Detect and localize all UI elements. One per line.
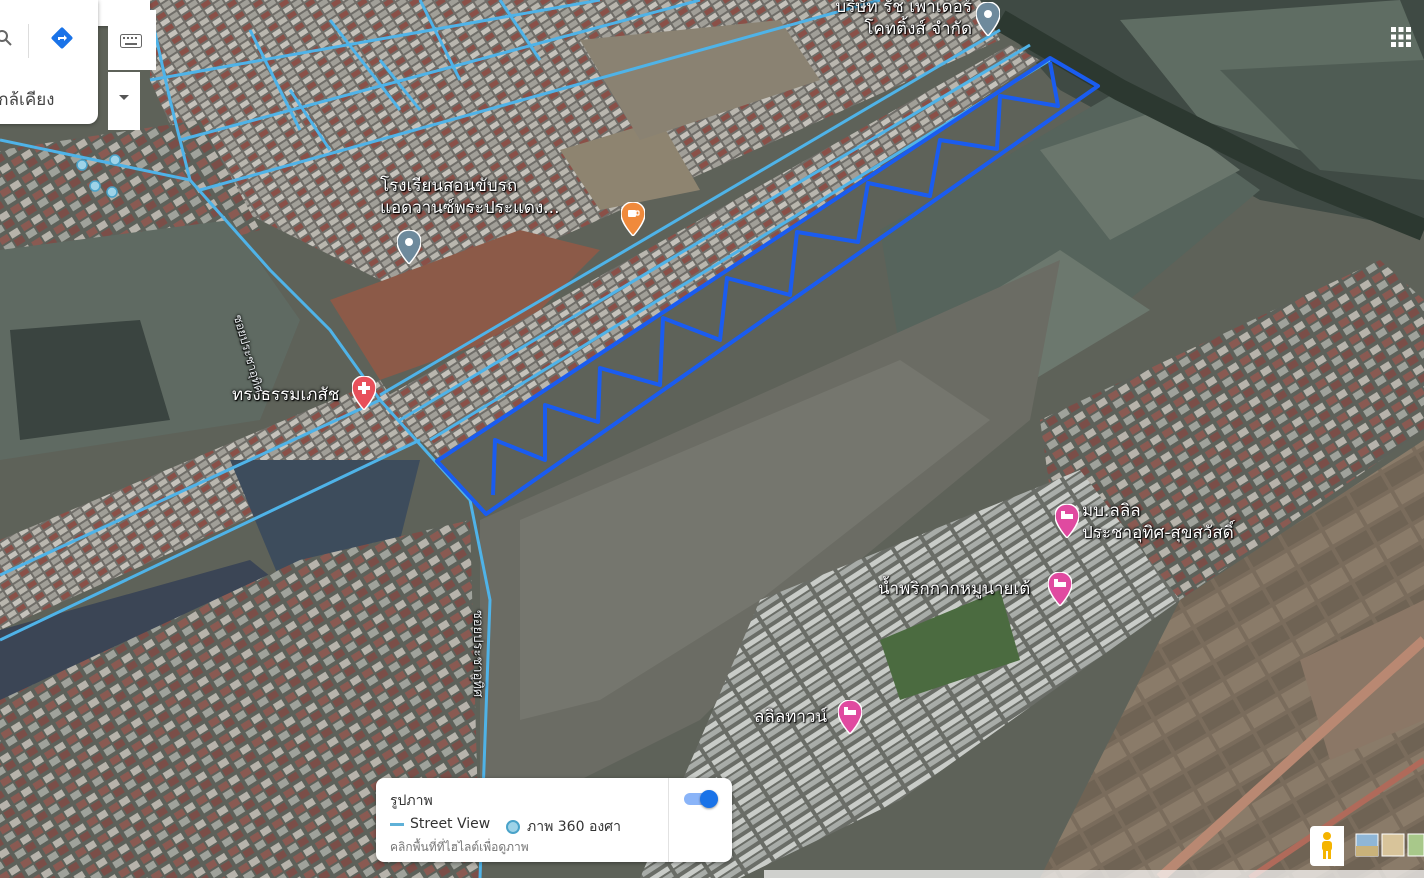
street-view-line-icon — [390, 822, 404, 826]
keyboard-button[interactable] — [108, 10, 156, 70]
pharmacy-pin-icon[interactable] — [352, 376, 376, 410]
dropdown-icon — [119, 95, 129, 100]
keyboard-icon — [120, 34, 142, 48]
lodging-pin-icon[interactable] — [1048, 572, 1072, 606]
layer-thumbnails[interactable] — [1352, 832, 1424, 860]
poi-restaurant-label: น้ำพริกกากหมูนายเต้ — [878, 579, 1031, 599]
poi-village-label: มบ.ลลิล ประชาอุทิศ-สุขสวัสดิ์ — [1082, 501, 1234, 543]
cafe-pin-icon[interactable] — [621, 202, 645, 236]
lodging-pin-icon[interactable] — [1055, 504, 1079, 538]
pegman-icon — [1322, 832, 1332, 859]
road-label: ซอยประชาอุทิศ — [470, 610, 485, 698]
lodging-pin-icon[interactable] — [838, 700, 862, 734]
dropdown-button[interactable] — [108, 72, 140, 130]
poi-school-label: โรงเรียนสอนขับรถ แอดวานซ์พระประแดง... — [380, 176, 560, 218]
satellite-map[interactable] — [0, 0, 1424, 878]
search-panel: ใกล้เคียง — [0, 0, 98, 124]
pegman-button[interactable] — [1310, 826, 1344, 866]
street-view-legend: Street View — [390, 816, 490, 832]
photo-layer-card: รูปภาพ Street View ภาพ 360 องศา คลิกพื้น… — [376, 778, 732, 862]
apps-grid-icon[interactable] — [1390, 26, 1412, 48]
location-pin-icon[interactable] — [397, 230, 421, 264]
poi-company-label: บริษัท รัช เพาเดอร์ โคทติ้งส์ จำกัด — [835, 0, 972, 39]
photo-360-dot-icon — [506, 820, 520, 834]
nearby-label[interactable]: ใกล้เคียง — [0, 86, 54, 113]
directions-icon[interactable] — [50, 26, 74, 50]
photo-layer-title: รูปภาพ — [390, 793, 433, 809]
photo-360-legend: ภาพ 360 องศา — [506, 816, 621, 838]
location-pin-icon[interactable] — [976, 2, 1000, 36]
divider — [668, 778, 669, 862]
map-attribution — [764, 870, 1424, 878]
search-icon[interactable] — [0, 30, 12, 46]
photo-layer-toggle[interactable] — [684, 790, 718, 808]
poi-lalil-label: ลลิลทาวน์ — [754, 707, 828, 727]
photo-layer-hint: คลิกพื้นที่ที่ไฮไลต์เพื่อดูภาพ — [390, 840, 529, 854]
